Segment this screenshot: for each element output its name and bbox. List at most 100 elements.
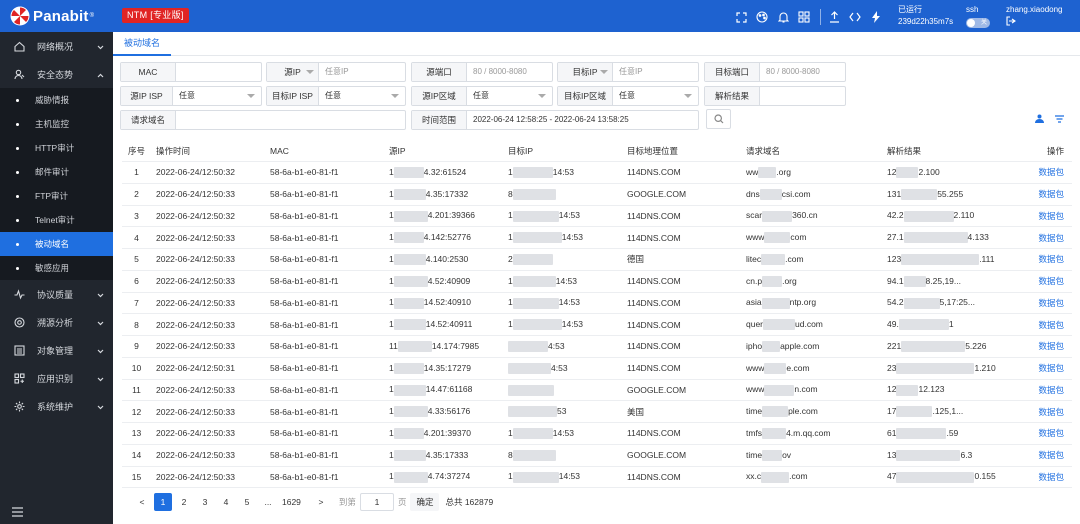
domain-input[interactable]	[176, 111, 405, 129]
dns-table: 序号 操作时间 MAC 源IP 目标IP 目标地理位置 请求域名 解析结果 操作…	[122, 140, 1072, 489]
dst-port-input[interactable]: 80 / 8000-8080	[760, 63, 845, 81]
domain-suffix: ntp.org	[789, 297, 817, 308]
filter-dst-region[interactable]: 目标IP区域 任意	[557, 86, 699, 106]
sidebar-subitem-ftp-audit[interactable]: FTP审计	[0, 184, 113, 208]
goto-confirm-button[interactable]: 确定	[410, 493, 440, 511]
filter-dst-ip[interactable]: 目标IP 任意IP	[557, 62, 699, 82]
packet-link[interactable]: 数据包	[1027, 275, 1072, 287]
prev-page-button[interactable]: <	[133, 493, 151, 511]
dst-ip-suffix: 14:53	[561, 232, 584, 242]
packet-link[interactable]: 数据包	[1027, 297, 1072, 309]
row-index: 11	[132, 384, 141, 395]
theme-icon[interactable]	[755, 10, 769, 24]
grid-icon[interactable]	[797, 10, 811, 24]
src-ip-input[interactable]: 任意IP	[319, 63, 405, 81]
src-port-input[interactable]: 80 / 8000-8080	[467, 63, 552, 81]
collapse-sidebar-icon[interactable]	[11, 506, 25, 518]
src-ip-type-select[interactable]: 源IP	[267, 63, 319, 81]
src-isp-select[interactable]: 任意	[173, 87, 261, 105]
redacted-mask	[762, 449, 783, 461]
packet-link[interactable]: 数据包	[1027, 253, 1072, 265]
domain-prefix: xx.c	[746, 471, 762, 482]
redacted-mask	[901, 341, 966, 352]
fullscreen-icon[interactable]	[734, 10, 748, 24]
row-domain: tmfs 4.m.qq.com	[746, 428, 887, 439]
search-button[interactable]	[706, 109, 731, 129]
row-geo: 114DNS.COM	[627, 428, 681, 439]
resolve-result-input[interactable]	[760, 87, 845, 105]
packet-link[interactable]: 数据包	[1027, 406, 1072, 418]
code-icon[interactable]	[848, 10, 862, 24]
sidebar-subitem-http-audit[interactable]: HTTP审计	[0, 136, 113, 160]
packet-link[interactable]: 数据包	[1027, 427, 1072, 439]
filter-resolve-result[interactable]: 解析结果	[704, 86, 846, 106]
filter-src-ip[interactable]: 源IP 任意IP	[266, 62, 406, 82]
dst-ip-input[interactable]: 任意IP	[613, 63, 698, 81]
page-button-2[interactable]: 2	[175, 493, 193, 511]
row-src-ip: 1 4.201:39370	[389, 428, 508, 439]
goto-page-input[interactable]: 1	[359, 493, 394, 511]
filter-domain[interactable]: 请求域名	[120, 110, 406, 130]
dst-isp-select[interactable]: 任意	[319, 87, 405, 105]
filter-src-region[interactable]: 源IP区域 任意	[411, 86, 553, 106]
sidebar-subitem-threat-intel[interactable]: 威胁情报	[0, 88, 113, 112]
upload-icon[interactable]	[827, 10, 841, 24]
filter-src-isp[interactable]: 源IP ISP 任意	[120, 86, 262, 106]
filter-dst-isp[interactable]: 目标IP ISP 任意	[266, 86, 406, 106]
packet-link[interactable]: 数据包	[1027, 384, 1072, 396]
sidebar-item-object-management[interactable]: 对象管理	[0, 336, 113, 364]
logout-icon[interactable]	[1006, 16, 1063, 30]
sidebar-item-network-overview[interactable]: 网络概况	[0, 32, 113, 60]
sidebar-item-trace-analysis[interactable]: 溯源分析	[0, 308, 113, 336]
packet-link[interactable]: 数据包	[1027, 319, 1072, 331]
next-page-button[interactable]: >	[312, 493, 330, 511]
page-button-1[interactable]: 1	[154, 493, 172, 511]
sidebar-item-security[interactable]: 安全态势	[0, 60, 113, 88]
sidebar-subitem-sensitive-apps[interactable]: 敏感应用	[0, 256, 113, 280]
lightning-icon[interactable]	[869, 10, 883, 24]
sidebar-item-protocol-quality[interactable]: 协议质量	[0, 280, 113, 308]
sidebar-item-system-maintenance[interactable]: 系统维护	[0, 392, 113, 420]
sidebar-subitem-host-monitor[interactable]: 主机监控	[0, 112, 113, 136]
filter-src-port[interactable]: 源端口 80 / 8000-8080	[411, 62, 553, 82]
redacted-mask	[508, 341, 548, 352]
page-button-3[interactable]: 3	[196, 493, 214, 511]
page-button-last[interactable]: 1629	[282, 493, 301, 511]
packet-link[interactable]: 数据包	[1027, 471, 1072, 483]
row-src-ip: 1 4.140:2530	[389, 254, 508, 265]
filter-dst-port[interactable]: 目标端口 80 / 8000-8080	[704, 62, 846, 82]
packet-link[interactable]: 数据包	[1027, 166, 1072, 178]
column-filter-icon[interactable]	[1053, 113, 1065, 125]
row-src-ip: 1 4.52:40909	[389, 276, 508, 287]
username[interactable]: zhang.xiaodong	[1006, 4, 1063, 16]
sidebar-subitem-telnet-audit[interactable]: Telnet审计	[0, 208, 113, 232]
ssh-toggle[interactable]: 关	[966, 18, 990, 28]
packet-link[interactable]: 数据包	[1027, 232, 1072, 244]
packet-link[interactable]: 数据包	[1027, 340, 1072, 352]
time-range-input[interactable]: 2022-06-24 12:58:25 - 2022-06-24 13:58:2…	[467, 111, 698, 129]
tab-passive-dns[interactable]: 被动域名	[113, 32, 172, 56]
result-suffix: 2.100	[918, 166, 940, 177]
table-row: 1 2022-06-24/12:50:32 58-6a-b1-e0-81-f1 1 4.…	[122, 162, 1072, 184]
mac-input[interactable]	[176, 63, 261, 81]
packet-link[interactable]: 数据包	[1027, 188, 1072, 200]
bell-icon[interactable]	[776, 10, 790, 24]
filter-time-range[interactable]: 时间范围 2022-06-24 12:58:25 - 2022-06-24 13…	[411, 110, 699, 130]
filter-mac[interactable]: MAC	[120, 62, 262, 82]
dst-ip-type-select[interactable]: 目标IP	[558, 63, 613, 81]
sidebar-subitem-passive-dns[interactable]: 被动域名	[0, 232, 113, 256]
export-icon[interactable]	[1033, 113, 1045, 125]
page-ellipsis[interactable]: ...	[259, 493, 277, 511]
sidebar-item-app-recognition[interactable]: 应用识别	[0, 364, 113, 392]
redacted-mask	[512, 471, 559, 483]
packet-link[interactable]: 数据包	[1027, 449, 1072, 461]
sidebar-subitem-mail-audit[interactable]: 邮件审计	[0, 160, 113, 184]
redacted-mask	[896, 384, 919, 396]
packet-link[interactable]: 数据包	[1027, 210, 1072, 222]
page-button-5[interactable]: 5	[238, 493, 256, 511]
packet-link[interactable]: 数据包	[1027, 362, 1072, 374]
src-region-select[interactable]: 任意	[467, 87, 552, 105]
row-domain: ww .org	[746, 167, 887, 178]
dst-region-select[interactable]: 任意	[613, 87, 698, 105]
page-button-4[interactable]: 4	[217, 493, 235, 511]
